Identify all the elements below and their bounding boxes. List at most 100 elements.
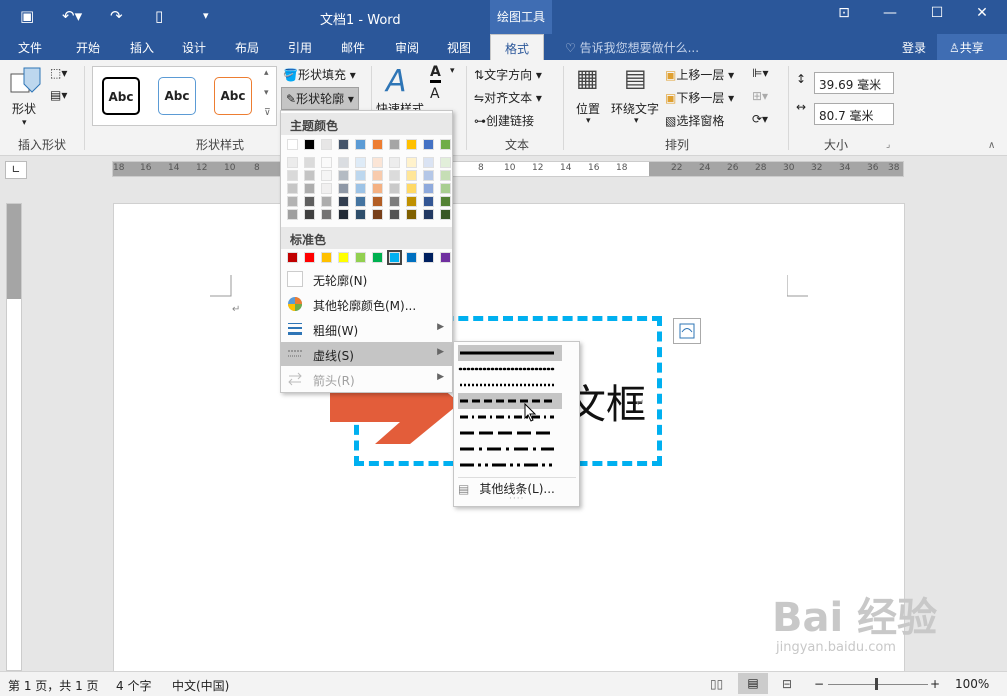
text-fill-dropdown-icon[interactable]: ▾: [450, 66, 455, 76]
selection-pane-button[interactable]: ▧选择窗格: [665, 112, 724, 129]
position-button[interactable]: 位置: [576, 100, 600, 117]
dash-style-long-dash-dot[interactable]: [458, 441, 562, 457]
horizontal-ruler[interactable]: 18 16 14 12 10 8 8 10 12 14 16 18 22 24 …: [112, 161, 904, 177]
size-dialog-launcher-icon[interactable]: ⌟: [886, 140, 890, 150]
align-icon[interactable]: ⊫▾: [752, 66, 768, 80]
read-mode-icon[interactable]: ▯▯: [710, 677, 723, 691]
zoom-out-icon[interactable]: −: [814, 677, 824, 691]
standard-color-swatch[interactable]: [304, 252, 315, 263]
theme-color-shade-swatch[interactable]: [321, 209, 332, 220]
theme-color-shade-swatch[interactable]: [321, 196, 332, 207]
theme-color-swatch[interactable]: [304, 139, 315, 150]
tab-insert[interactable]: 插入: [130, 39, 154, 56]
theme-color-shade-swatch[interactable]: [440, 209, 451, 220]
theme-color-shade-swatch[interactable]: [338, 170, 349, 181]
maximize-button[interactable]: ☐: [925, 5, 949, 21]
standard-color-swatch[interactable]: [440, 252, 451, 263]
dashes-item[interactable]: 虚线(S) ▶: [281, 342, 452, 366]
theme-color-shade-swatch[interactable]: [389, 170, 400, 181]
standard-color-swatch[interactable]: [355, 252, 366, 263]
theme-color-shade-swatch[interactable]: [423, 196, 434, 207]
theme-color-shade-swatch[interactable]: [287, 196, 298, 207]
weight-item[interactable]: 粗细(W) ▶: [281, 317, 452, 341]
theme-color-shade-swatch[interactable]: [287, 183, 298, 194]
minimize-button[interactable]: —: [878, 5, 902, 21]
standard-color-swatch[interactable]: [406, 252, 417, 263]
dash-style-long-dash-dot-dot[interactable]: [458, 457, 562, 473]
align-text-button[interactable]: ⇋对齐文本 ▾: [474, 89, 542, 106]
theme-color-shade-swatch[interactable]: [338, 183, 349, 194]
send-backward-button[interactable]: ▣下移一层 ▾: [665, 89, 734, 106]
dash-style-solid[interactable]: [458, 345, 562, 361]
theme-color-shade-swatch[interactable]: [389, 196, 400, 207]
theme-color-swatch[interactable]: [440, 139, 451, 150]
dash-style-long-dash[interactable]: [458, 425, 562, 441]
standard-color-swatch[interactable]: [387, 250, 402, 265]
theme-color-swatch[interactable]: [338, 139, 349, 150]
theme-color-shade-swatch[interactable]: [423, 183, 434, 194]
theme-color-shade-swatch[interactable]: [440, 157, 451, 168]
theme-color-shade-swatch[interactable]: [389, 209, 400, 220]
theme-color-shade-swatch[interactable]: [372, 183, 383, 194]
tab-format[interactable]: 格式: [490, 34, 545, 60]
undo-icon[interactable]: ↶▾: [62, 7, 82, 25]
theme-color-shade-swatch[interactable]: [372, 209, 383, 220]
theme-color-shade-swatch[interactable]: [406, 209, 417, 220]
style-sample-2[interactable]: Abc: [158, 77, 196, 115]
standard-color-swatch[interactable]: [287, 252, 298, 263]
theme-color-swatch[interactable]: [287, 139, 298, 150]
text-direction-button[interactable]: ⇅文字方向 ▾: [474, 66, 542, 83]
language-indicator[interactable]: 中文(中国): [172, 677, 229, 694]
theme-color-shade-swatch[interactable]: [440, 196, 451, 207]
zoom-in-icon[interactable]: +: [930, 677, 940, 691]
theme-color-shade-swatch[interactable]: [304, 209, 315, 220]
position-icon[interactable]: ▦: [576, 64, 599, 92]
tell-me-search[interactable]: ♡ 告诉我您想要做什么...: [565, 39, 699, 56]
more-lines-item[interactable]: ▤ 其他线条(L)...: [458, 480, 555, 497]
tab-mailings[interactable]: 邮件: [341, 39, 365, 56]
resize-grip-icon[interactable]: ····: [509, 494, 524, 504]
theme-color-shade-swatch[interactable]: [372, 196, 383, 207]
theme-color-shade-swatch[interactable]: [423, 170, 434, 181]
style-sample-3[interactable]: Abc: [214, 77, 252, 115]
theme-color-shade-swatch[interactable]: [406, 196, 417, 207]
theme-color-shade-swatch[interactable]: [423, 157, 434, 168]
theme-color-shade-swatch[interactable]: [389, 183, 400, 194]
bring-forward-button[interactable]: ▣上移一层 ▾: [665, 66, 734, 83]
theme-color-shade-swatch[interactable]: [304, 157, 315, 168]
tab-review[interactable]: 审阅: [395, 39, 419, 56]
shape-height-input[interactable]: 39.69 毫米: [814, 72, 894, 94]
theme-color-shade-swatch[interactable]: [440, 183, 451, 194]
gallery-down-icon[interactable]: ▾: [264, 88, 269, 98]
theme-color-swatch[interactable]: [355, 139, 366, 150]
layout-options-icon[interactable]: [673, 318, 701, 344]
position-dropdown-icon[interactable]: ▾: [586, 116, 591, 126]
theme-color-shade-swatch[interactable]: [372, 157, 383, 168]
theme-color-swatch[interactable]: [406, 139, 417, 150]
theme-color-shade-swatch[interactable]: [287, 157, 298, 168]
theme-color-shade-swatch[interactable]: [440, 170, 451, 181]
theme-color-shade-swatch[interactable]: [321, 170, 332, 181]
theme-color-shade-swatch[interactable]: [406, 157, 417, 168]
tab-layout[interactable]: 布局: [235, 39, 259, 56]
new-document-icon[interactable]: ▯: [155, 7, 163, 25]
more-outline-colors-item[interactable]: 其他轮廓颜色(M)...: [281, 292, 452, 316]
standard-color-swatch[interactable]: [338, 252, 349, 263]
theme-color-swatch[interactable]: [423, 139, 434, 150]
rotate-icon[interactable]: ⟳▾: [752, 112, 768, 126]
page-count[interactable]: 第 1 页，共 1 页: [8, 677, 99, 694]
theme-color-swatch[interactable]: [372, 139, 383, 150]
wrap-text-dropdown-icon[interactable]: ▾: [634, 116, 639, 126]
login-link[interactable]: 登录: [902, 39, 926, 56]
tab-home[interactable]: 开始: [76, 39, 100, 56]
shapes-button[interactable]: 形状: [12, 100, 36, 117]
theme-color-shade-swatch[interactable]: [406, 170, 417, 181]
tab-selector[interactable]: ∟: [5, 161, 27, 179]
standard-color-swatch[interactable]: [372, 252, 383, 263]
save-icon[interactable]: ▣: [20, 7, 34, 25]
gallery-more-icon[interactable]: ⊽: [264, 108, 271, 118]
standard-color-swatch[interactable]: [423, 252, 434, 263]
create-link-button[interactable]: ⊶创建链接: [474, 112, 534, 129]
zoom-slider-thumb[interactable]: [875, 678, 878, 690]
quick-styles-icon[interactable]: A: [386, 64, 407, 99]
